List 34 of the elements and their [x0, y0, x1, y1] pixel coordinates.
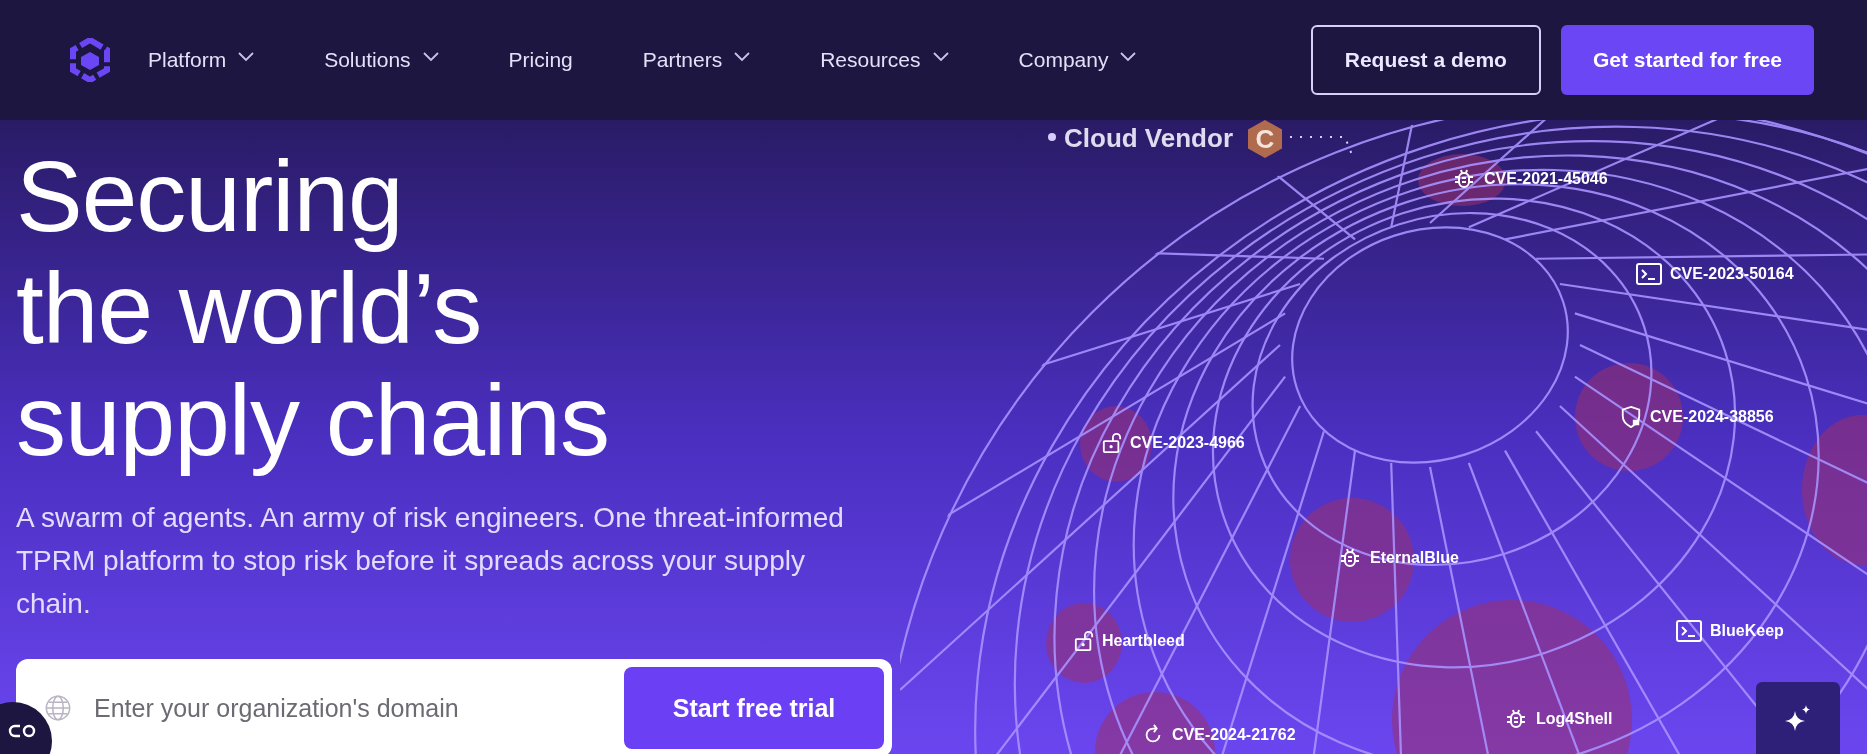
nav-menu-item[interactable]: Platform [148, 48, 255, 72]
unlock-icon [1074, 630, 1094, 652]
bug-icon [1338, 546, 1362, 570]
hexagon-logo-icon[interactable] [70, 38, 110, 82]
start-free-trial-button[interactable]: Start free trial [624, 667, 884, 749]
vulnerability-label: CVE-2024-38856 [1650, 408, 1774, 426]
get-started-button[interactable]: Get started for free [1560, 25, 1814, 95]
bug-icon [1504, 707, 1528, 731]
nav-menu-item[interactable]: Partners [642, 48, 751, 72]
link-icon [8, 723, 38, 739]
vulnerability-label: Log4Shell [1536, 710, 1613, 728]
cloud-vendor-label: Cloud Vendor [1064, 123, 1233, 154]
vulnerability-label: BlueKeep [1710, 622, 1784, 640]
vulnerability-label: Heartbleed [1102, 632, 1185, 650]
hero-subtitle: A swarm of agents. An army of risk engineers. One threat-informed TPRM platform to stop risk before it spreads across your supply chain. [16, 501, 845, 621]
globe-icon [44, 694, 72, 722]
request-demo-button[interactable]: Request a demo [1310, 25, 1541, 95]
vulnerability-label: CVE-2021-45046 [1484, 170, 1608, 188]
vulnerability-label: CVE-2023-4966 [1130, 434, 1245, 452]
vendor-badge: C [1248, 120, 1282, 158]
terminal-icon [1676, 620, 1702, 642]
vulnerability-label: EternalBlue [1370, 549, 1459, 567]
bug-icon [1452, 167, 1476, 191]
shield-lock-icon [1620, 405, 1642, 429]
hero-heading: Securing the world’s supply chains [16, 140, 610, 476]
nav-menu-item[interactable]: Pricing [508, 48, 573, 72]
nav-menu-item[interactable]: Solutions [324, 48, 439, 72]
vulnerability-label: CVE-2023-50164 [1670, 265, 1794, 283]
terminal-icon [1636, 263, 1662, 285]
nav-menu-item[interactable]: Company [1018, 48, 1137, 72]
ai-assistant-button[interactable] [1756, 682, 1840, 754]
nav-menu-item[interactable]: Resources [820, 48, 949, 72]
vulnerability-label: CVE-2024-21762 [1172, 726, 1296, 744]
unlock-icon [1102, 432, 1122, 454]
